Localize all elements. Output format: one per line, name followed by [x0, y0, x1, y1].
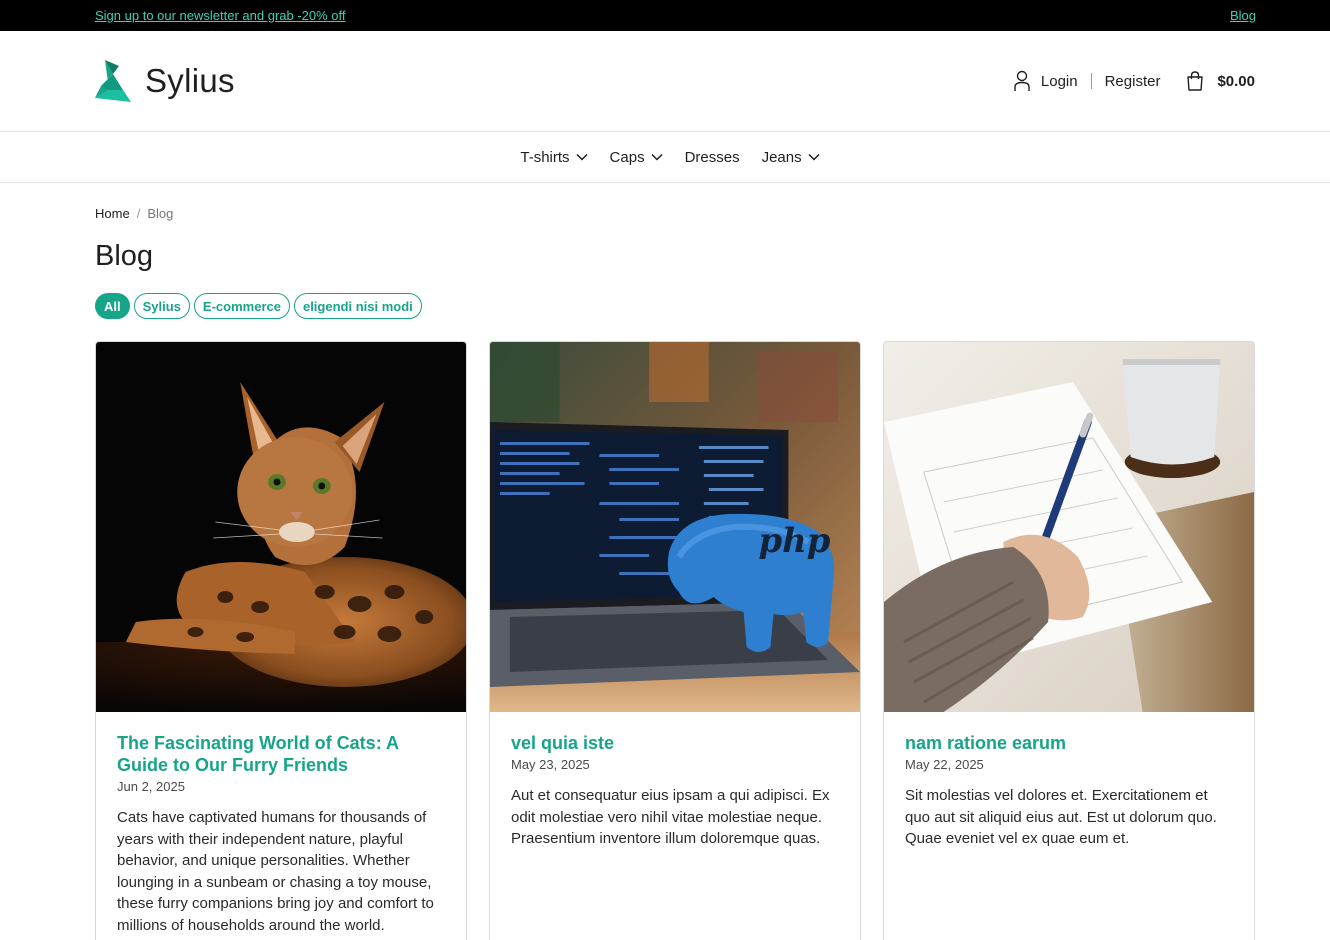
filter-sylius[interactable]: Sylius: [133, 293, 190, 319]
nav-item-label: Caps: [609, 148, 645, 166]
account-area: Login Register $0.00: [1013, 70, 1255, 92]
nav-item-caps[interactable]: Caps: [610, 149, 663, 166]
post-date: Jun 2, 2025: [117, 779, 185, 794]
top-bar: Sign up to our newsletter and grab -20% …: [0, 0, 1330, 31]
breadcrumb: Home / Blog: [95, 206, 1255, 221]
logo-text: Sylius: [145, 62, 235, 99]
post-image-cat[interactable]: [96, 342, 466, 712]
post-card: php vel quia iste May 23, 2025 Aut et co…: [489, 341, 861, 940]
login-link[interactable]: Login: [1041, 73, 1078, 90]
post-card-body: nam ratione earum May 22, 2025 Sit moles…: [884, 712, 1254, 850]
nav-item-label: Dresses: [684, 148, 740, 166]
topbar-blog-link[interactable]: Blog: [1230, 8, 1256, 23]
filter-all[interactable]: All: [95, 293, 130, 319]
post-list: The Fascinating World of Cats: A Guide t…: [95, 341, 1255, 940]
nav-item-label: T-shirts: [520, 148, 570, 166]
taxon-filters: All Sylius E-commerce eligendi nisi modi: [95, 293, 1255, 319]
post-card: The Fascinating World of Cats: A Guide t…: [95, 341, 467, 940]
main-content: Home / Blog Blog All Sylius E-commerce e…: [0, 206, 1330, 940]
post-excerpt: Cats have captivated humans for thousand…: [117, 809, 434, 934]
page-title: Blog: [95, 240, 154, 272]
post-title[interactable]: The Fascinating World of Cats: A Guide t…: [117, 732, 445, 776]
register-link[interactable]: Register: [1105, 73, 1161, 90]
post-card-body: The Fascinating World of Cats: A Guide t…: [96, 712, 466, 937]
logo[interactable]: Sylius: [95, 60, 235, 102]
nav-item-t-shirts[interactable]: T-shirts: [520, 148, 588, 166]
chevron-down-icon: [651, 153, 663, 161]
filter-eligendi-nisi-modi[interactable]: eligendi nisi modi: [293, 293, 422, 319]
nav-item-dresses[interactable]: Dresses: [685, 149, 740, 166]
svg-text:php: php: [759, 520, 831, 560]
main-nav: T-shirts Caps Dresses Jeans: [0, 132, 1330, 183]
cart-button[interactable]: $0.00: [1185, 70, 1255, 92]
shopping-bag-icon: [1187, 71, 1204, 91]
post-date: May 23, 2025: [511, 757, 590, 772]
post-card: nam ratione earum May 22, 2025 Sit moles…: [883, 341, 1255, 940]
cart-total: $0.00: [1217, 72, 1255, 90]
breadcrumb-current: Blog: [147, 206, 174, 221]
nav-item-label: Jeans: [761, 148, 802, 166]
post-image-writing[interactable]: [884, 342, 1254, 712]
account-divider: [1090, 73, 1092, 89]
chevron-down-icon: [808, 153, 820, 161]
newsletter-link[interactable]: Sign up to our newsletter and grab -20% …: [95, 8, 346, 23]
nav-item-jeans[interactable]: Jeans: [762, 149, 820, 166]
post-image-laptop[interactable]: php: [490, 342, 860, 712]
post-excerpt: Sit molestias vel dolores et. Exercitati…: [905, 787, 1217, 848]
header: Sylius Login Register $0.00: [0, 31, 1330, 132]
filter-e-commerce[interactable]: E-commerce: [193, 293, 290, 319]
user-icon: [1014, 70, 1030, 91]
sylius-logo-icon: [95, 60, 131, 102]
post-date: May 22, 2025: [905, 757, 984, 772]
breadcrumb-separator: /: [136, 206, 141, 221]
post-title[interactable]: vel quia iste: [511, 732, 839, 754]
breadcrumb-home[interactable]: Home: [95, 206, 130, 221]
post-card-body: vel quia iste May 23, 2025 Aut et conseq…: [490, 712, 860, 850]
chevron-down-icon: [576, 153, 588, 161]
post-excerpt: Aut et consequatur eius ipsam a qui adip…: [511, 787, 830, 848]
post-title[interactable]: nam ratione earum: [905, 732, 1233, 754]
